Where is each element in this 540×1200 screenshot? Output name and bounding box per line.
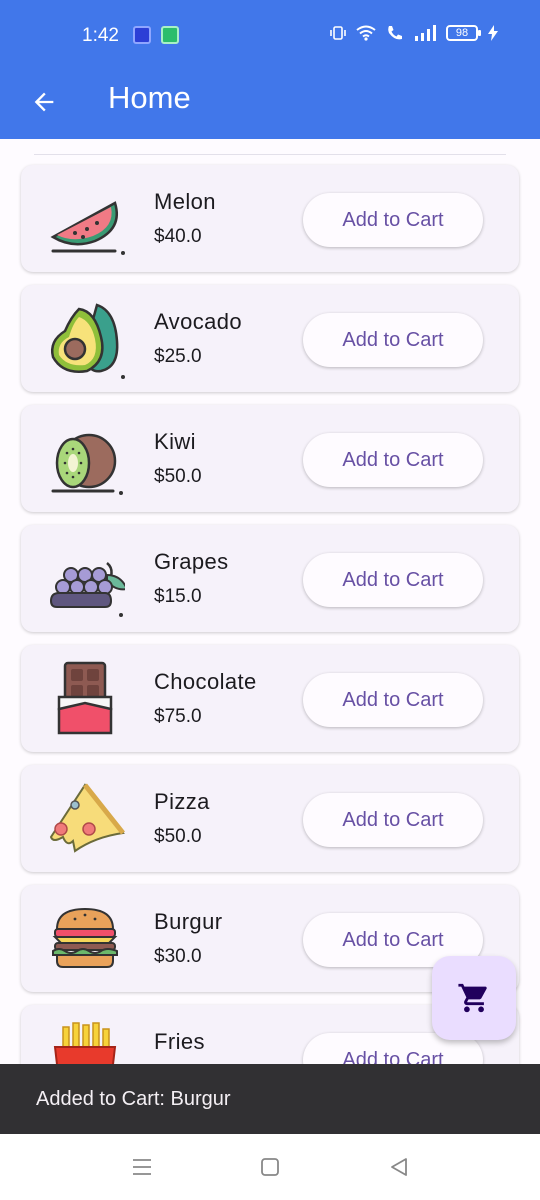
wifi-icon <box>356 25 376 41</box>
product-card: Pizza $50.0 Add to Cart <box>21 765 519 872</box>
back-button[interactable] <box>22 80 66 124</box>
product-card: Melon $40.0 Add to Cart <box>21 165 519 272</box>
product-list[interactable]: Melon $40.0 Add to Cart Avocado $25.0 Ad… <box>0 139 540 1064</box>
avocado-icon <box>51 303 125 379</box>
add-to-cart-button[interactable]: Add to Cart <box>303 793 483 847</box>
pizza-icon <box>49 783 125 853</box>
home-button[interactable] <box>255 1152 285 1182</box>
product-name: Melon <box>154 189 216 214</box>
battery-indicator: 98 <box>446 25 481 41</box>
fries-icon <box>53 1022 117 1064</box>
square-icon <box>261 1158 279 1176</box>
product-card: Chocolate $75.0 Add to Cart <box>21 645 519 752</box>
status-time: 1:42 <box>82 25 119 46</box>
add-to-cart-button[interactable]: Add to Cart <box>303 553 483 607</box>
product-price: $25.0 <box>154 346 202 367</box>
arrow-back-icon <box>34 92 54 112</box>
back-nav-button[interactable] <box>384 1152 414 1182</box>
charging-icon <box>488 25 498 41</box>
system-nav-bar <box>0 1134 540 1200</box>
notification-app-icon <box>133 26 151 44</box>
recents-button[interactable] <box>127 1152 157 1182</box>
product-price: $15.0 <box>154 586 202 607</box>
snackbar: Added to Cart: Burgur <box>0 1064 540 1134</box>
status-bar: 1:42 98 <box>0 0 540 72</box>
product-price: $50.0 <box>154 826 202 847</box>
burger-icon <box>52 907 118 968</box>
triangle-back-icon <box>391 1158 407 1176</box>
product-price: $50.0 <box>154 466 202 487</box>
product-name: Kiwi <box>154 429 196 454</box>
product-name: Chocolate <box>154 669 257 694</box>
list-divider <box>34 154 506 155</box>
add-to-cart-button[interactable]: Add to Cart <box>303 673 483 727</box>
notification-app-icon <box>161 26 179 44</box>
kiwi-icon <box>51 433 123 495</box>
add-to-cart-button[interactable]: Add to Cart <box>303 193 483 247</box>
add-to-cart-button[interactable]: Add to Cart <box>303 313 483 367</box>
shopping-cart-icon <box>458 983 487 1013</box>
grapes-icon <box>49 562 125 617</box>
signal-icon <box>415 25 436 41</box>
product-name: Grapes <box>154 549 229 574</box>
product-name: Avocado <box>154 309 243 334</box>
add-to-cart-button[interactable]: Add to Cart <box>303 433 483 487</box>
menu-icon <box>133 1159 151 1175</box>
product-name: Burgur <box>154 909 223 934</box>
product-card: Kiwi $50.0 Add to Cart <box>21 405 519 512</box>
page-title: Home <box>108 80 191 115</box>
chocolate-icon <box>57 661 113 735</box>
cart-fab[interactable] <box>432 956 516 1040</box>
snackbar-message: Added to Cart: Burgur <box>36 1087 231 1110</box>
product-card: Grapes $15.0 Add to Cart <box>21 525 519 632</box>
product-name: Fries <box>154 1029 205 1054</box>
product-price: $75.0 <box>154 706 202 727</box>
vibrate-icon <box>330 26 346 40</box>
product-name: Pizza <box>154 789 210 814</box>
wifi-calling-icon <box>388 26 402 40</box>
product-card: Avocado $25.0 Add to Cart <box>21 285 519 392</box>
app-bar: Home <box>0 72 540 139</box>
product-price: $40.0 <box>154 226 202 247</box>
watermelon-icon <box>50 201 125 255</box>
product-price: $30.0 <box>154 946 202 967</box>
status-icons: 98 <box>330 24 498 42</box>
